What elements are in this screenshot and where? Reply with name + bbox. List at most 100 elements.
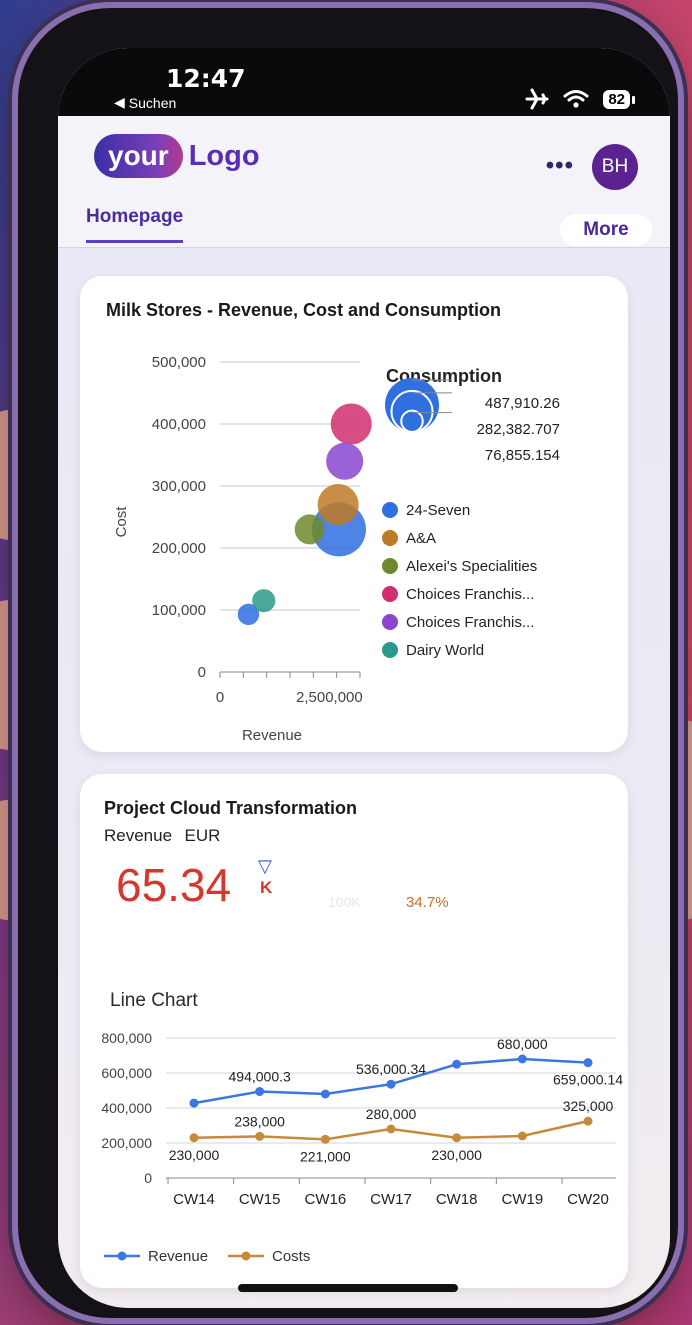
kpi-value: 65.34: [116, 859, 232, 911]
bubble: [317, 484, 359, 526]
line-chart[interactable]: 800,000 600,000 400,000 200,000 0 CW14 CW15 CW1…: [80, 1018, 628, 1278]
legend-label: Dairy World: [406, 642, 484, 659]
status-bar: 12:47 ◀ Suchen 82: [58, 48, 670, 116]
y-tick-label: 300,000: [152, 478, 206, 495]
size-legend-value: 487,910.26: [485, 395, 560, 412]
logo-bubble: your: [94, 134, 183, 178]
x-axis-label: Revenue: [242, 727, 302, 744]
battery-icon: 82: [603, 89, 635, 109]
y-tick-label: 400,000: [101, 1100, 152, 1116]
data-point: [452, 1059, 462, 1069]
x-tick-label: CW20: [567, 1191, 609, 1208]
x-tick-label: CW15: [239, 1191, 281, 1208]
y-tick-label: 100,000: [152, 602, 206, 619]
data-point: [189, 1098, 199, 1108]
bubble: [294, 514, 325, 545]
back-arrow-icon: ◀: [114, 94, 125, 110]
kpi-unit: EUR: [184, 826, 221, 845]
back-label: Suchen: [128, 94, 177, 111]
wifi-icon: [563, 90, 589, 108]
y-tick-label: 400,000: [152, 416, 206, 433]
y-tick-label: 500,000: [152, 354, 206, 371]
kpi-header: Revenue EUR: [104, 826, 220, 846]
legend-swatch: [382, 586, 398, 602]
data-point: [386, 1079, 396, 1089]
data-label: 238,000: [234, 1113, 285, 1129]
kpi-deviation: 34.7%: [406, 894, 449, 911]
legend-swatch: [382, 502, 398, 518]
data-point: [517, 1131, 527, 1141]
data-point: [583, 1058, 593, 1068]
kpi-scale: K: [260, 878, 273, 897]
x-tick-label: CW16: [304, 1191, 346, 1208]
data-label: 659,000.14: [553, 1072, 623, 1088]
data-point: [189, 1133, 199, 1143]
data-point: [517, 1054, 527, 1064]
data-point: [255, 1131, 265, 1141]
card-title: Project Cloud Transformation: [104, 798, 358, 818]
back-to-search[interactable]: ◀ Suchen: [114, 94, 176, 111]
home-indicator: [238, 1284, 458, 1292]
y-tick-label: 0: [198, 664, 206, 681]
x-tick-label: CW14: [173, 1191, 215, 1208]
logo[interactable]: your Logo: [94, 134, 260, 178]
x-tick-label: 2,500,000: [296, 689, 363, 706]
y-tick-label: 600,000: [101, 1065, 152, 1081]
legend-label: 24-Seven: [406, 502, 470, 519]
legend-label: Costs: [272, 1248, 310, 1265]
y-tick-label: 200,000: [152, 540, 206, 557]
legend-swatch: [382, 642, 398, 658]
legend-swatch: [382, 614, 398, 630]
data-point: [386, 1124, 396, 1134]
data-label: 230,000: [169, 1147, 220, 1163]
kpi-label: Revenue: [104, 826, 173, 845]
y-axis-label: Cost: [113, 506, 130, 538]
data-point: [320, 1134, 330, 1144]
data-label: 494,000.3: [229, 1069, 291, 1085]
bubble: [330, 403, 372, 445]
legend-swatch: [382, 558, 398, 574]
x-tick-label: CW17: [370, 1191, 412, 1208]
overflow-menu-icon[interactable]: •••: [546, 152, 574, 180]
x-tick-label: CW19: [501, 1191, 543, 1208]
data-point: [583, 1116, 593, 1126]
data-point: [320, 1089, 330, 1099]
milk-stores-card[interactable]: Milk Stores - Revenue, Cost and Consumpt…: [80, 276, 628, 752]
data-label: 221,000: [300, 1148, 351, 1164]
line-chart-title: Line Chart: [110, 990, 198, 1011]
status-time: 12:47: [166, 64, 246, 93]
bubble-chart[interactable]: 500,000 400,000 300,000 200,000 100,000 00 2,5…: [80, 332, 628, 752]
size-legend-value: 76,855.154: [485, 447, 560, 464]
legend-label: Alexei's Specialities: [406, 558, 537, 575]
legend-label: Choices Franchis...: [406, 586, 534, 603]
data-label: 230,000: [431, 1147, 482, 1163]
legend-marker: [241, 1251, 251, 1261]
user-avatar[interactable]: BH: [592, 144, 638, 190]
data-label: 280,000: [366, 1106, 417, 1122]
x-tick-label: 0: [216, 689, 224, 706]
legend-swatch: [382, 530, 398, 546]
status-icons: 82: [525, 88, 635, 110]
card-title: Milk Stores - Revenue, Cost and Consumpt…: [106, 300, 502, 320]
more-button[interactable]: More: [560, 214, 652, 246]
y-tick-label: 800,000: [101, 1030, 152, 1046]
legend-label: A&A: [406, 530, 436, 547]
kpi-target: 100K: [328, 894, 361, 910]
legend-label: Choices Franchis...: [406, 614, 534, 631]
legend-marker: [117, 1251, 127, 1261]
data-point: [452, 1133, 462, 1143]
bubble: [252, 589, 276, 613]
x-tick-label: CW18: [436, 1191, 478, 1208]
app-header: your Logo ••• BH Homepage More: [58, 116, 670, 248]
project-cloud-card[interactable]: Project Cloud Transformation Revenue EUR…: [80, 774, 628, 1288]
legend-label: Revenue: [148, 1248, 208, 1265]
data-label: 325,000: [563, 1098, 614, 1114]
size-legend-value: 282,382.707: [477, 421, 560, 438]
phone-frame: 12:47 ◀ Suchen 82 your Logo ••• BH Homep…: [18, 8, 678, 1318]
logo-text: Logo: [188, 139, 260, 172]
data-point: [255, 1087, 265, 1097]
trend-down-icon: ▽: [258, 856, 272, 876]
tab-homepage[interactable]: Homepage: [86, 206, 184, 243]
bubble: [326, 442, 364, 480]
airplane-icon: [525, 88, 549, 110]
